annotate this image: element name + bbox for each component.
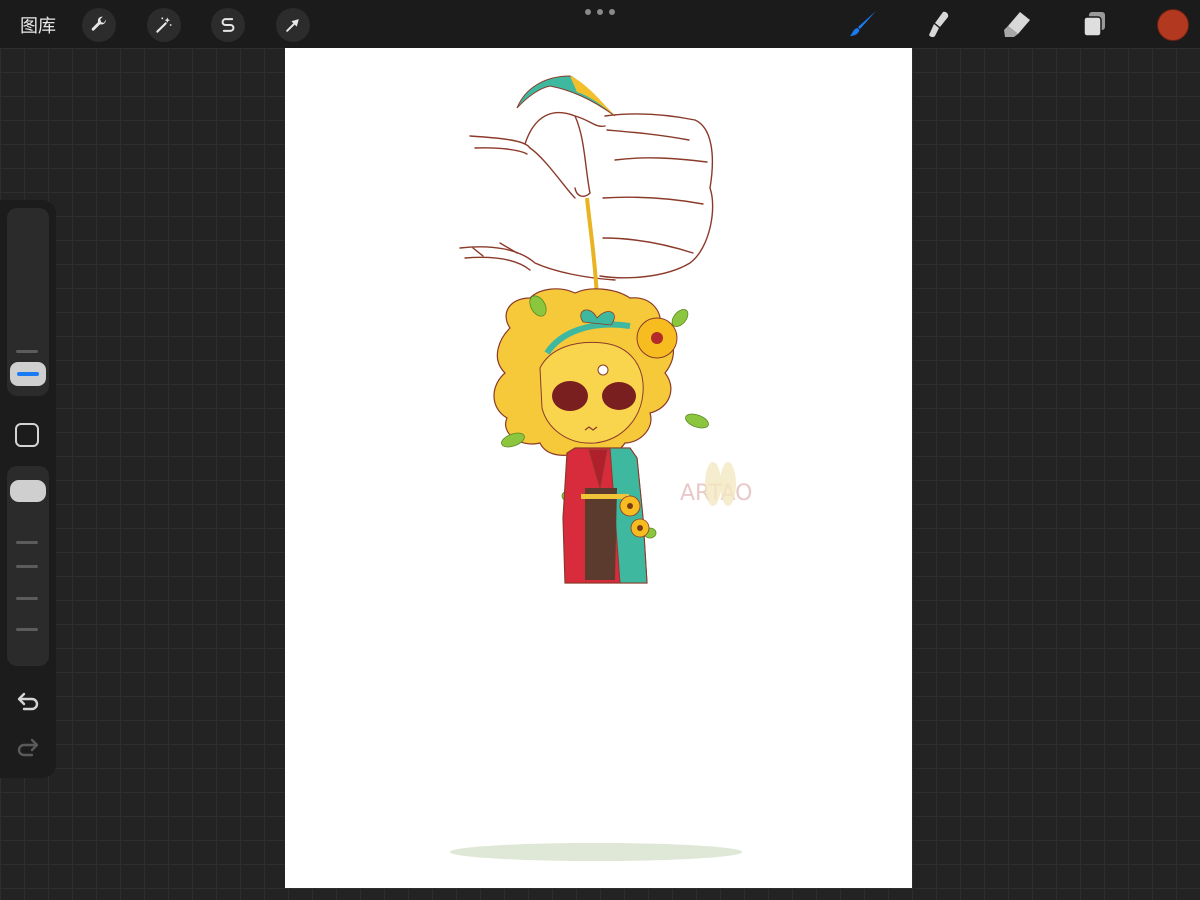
redo-icon[interactable] xyxy=(14,736,42,760)
slider-tick xyxy=(16,350,38,353)
sunflower-hairpin xyxy=(636,317,678,359)
slider-tick xyxy=(16,541,38,544)
selection-s-icon xyxy=(221,18,235,32)
smudge-tool-button[interactable] xyxy=(921,6,957,42)
slider-tick xyxy=(16,597,38,600)
adjustments-button[interactable] xyxy=(147,8,181,42)
top-toolbar: 图库 xyxy=(0,0,1200,48)
fist-sketch xyxy=(459,112,714,281)
transform-button[interactable] xyxy=(276,8,310,42)
brush-icon xyxy=(850,11,876,36)
selection-button[interactable] xyxy=(211,8,245,42)
eraser-icon xyxy=(1004,12,1030,37)
magic-wand-icon xyxy=(156,17,172,33)
gallery-button[interactable]: 图库 xyxy=(20,12,56,38)
brush-tool-button[interactable] xyxy=(845,6,881,42)
undo-icon[interactable] xyxy=(14,690,42,714)
wrench-icon xyxy=(91,16,106,31)
ground-shadow xyxy=(450,843,742,861)
actions-wrench-button[interactable] xyxy=(82,8,116,42)
brush-size-thumb[interactable] xyxy=(10,362,46,386)
slider-tick xyxy=(16,565,38,568)
artwork: ARTAO xyxy=(450,75,752,861)
drawing-canvas[interactable]: ARTAO xyxy=(285,48,912,888)
layers-button[interactable] xyxy=(1077,6,1113,42)
more-options-icon[interactable] xyxy=(585,6,615,18)
eraser-tool-button[interactable] xyxy=(999,6,1035,42)
color-picker-button[interactable] xyxy=(1157,9,1189,41)
layers-icon xyxy=(1083,12,1105,37)
transform-arrow-icon xyxy=(286,19,299,32)
smudge-icon xyxy=(929,11,949,38)
brush-opacity-thumb[interactable] xyxy=(10,480,46,502)
slider-tick xyxy=(16,628,38,631)
left-sidebar xyxy=(0,200,56,778)
modify-square-icon[interactable] xyxy=(15,423,39,447)
